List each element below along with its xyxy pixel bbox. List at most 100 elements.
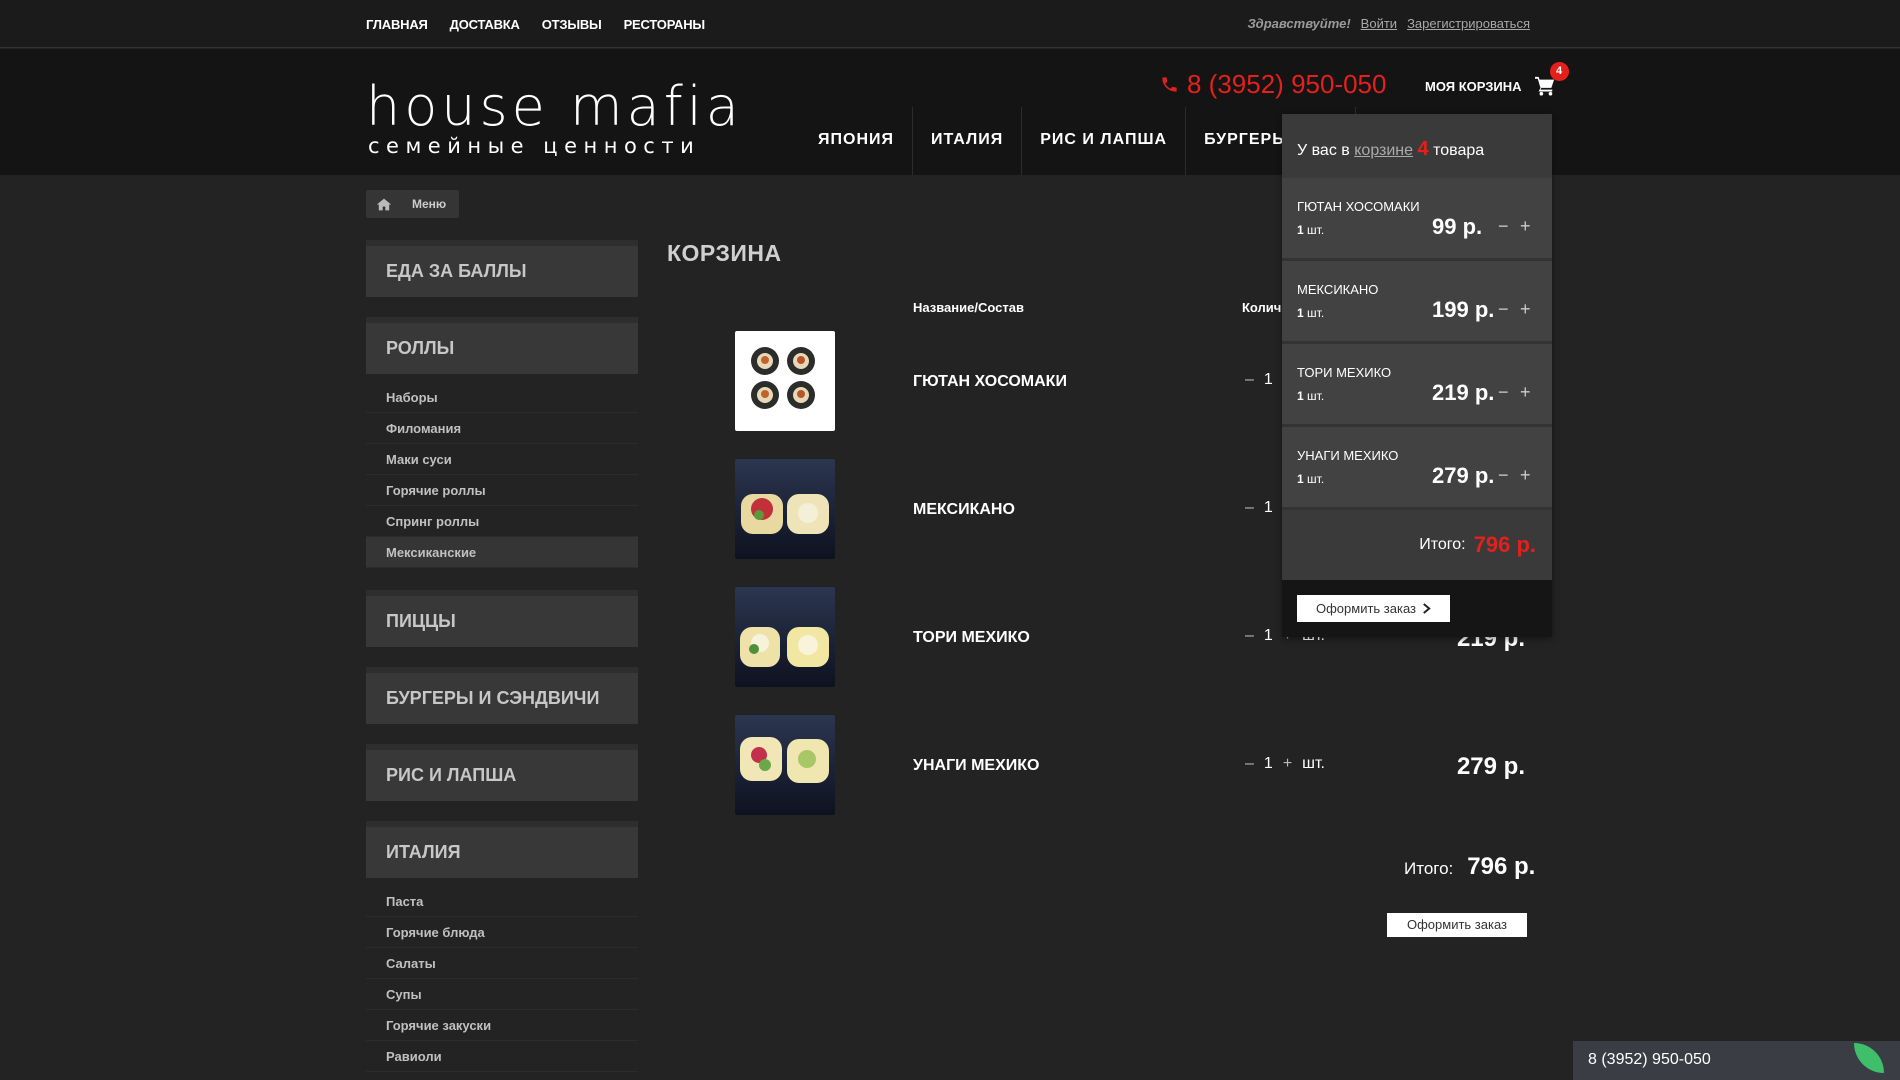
subcategory-item[interactable]: Горячие блюда bbox=[366, 917, 638, 948]
item-name: УНАГИ МЕХИКО bbox=[913, 757, 1040, 774]
decrease-button[interactable]: – bbox=[1245, 755, 1254, 773]
top-nav-restaurants[interactable]: РЕСТОРАНЫ bbox=[624, 17, 706, 32]
item-name: ТОРИ МЕХИКО bbox=[913, 629, 1030, 646]
total-label: Итого: bbox=[1404, 859, 1454, 878]
breadcrumb-menu[interactable]: Меню bbox=[402, 197, 459, 211]
total-value: 796 р. bbox=[1467, 853, 1536, 880]
rolls-subcategories: Наборы Филомания Маки суси Горячие роллы… bbox=[366, 382, 638, 568]
checkout-button[interactable]: Оформить заказ bbox=[1387, 913, 1527, 937]
dropdown-item: ТОРИ МЕХИКО 1 шт. 219 р. − + bbox=[1282, 344, 1552, 427]
call-widget[interactable]: 8 (3952) 950-050 bbox=[1573, 1041, 1900, 1080]
category-sidebar: ЕДА ЗА БАЛЛЫ РОЛЛЫ Наборы Филомания Маки… bbox=[366, 240, 638, 1080]
dropdown-increase-button[interactable]: + bbox=[1520, 382, 1531, 403]
category-points-food[interactable]: ЕДА ЗА БАЛЛЫ bbox=[366, 240, 638, 297]
page-title: КОРЗИНА bbox=[667, 240, 782, 266]
login-link[interactable]: Войти bbox=[1361, 16, 1397, 31]
cart-row: УНАГИ МЕХИКО – 1 + шт. 279 р. bbox=[735, 715, 1535, 815]
dropdown-item: ГЮТАН ХОСОМАКИ 1 шт. 99 р. − + bbox=[1282, 178, 1552, 261]
dropdown-item-name: ТОРИ МЕХИКО bbox=[1297, 365, 1392, 380]
top-nav-reviews[interactable]: ОТЗЫВЫ bbox=[542, 17, 602, 32]
quantity-unit: шт. bbox=[1302, 755, 1325, 772]
dropdown-item: УНАГИ МЕХИКО 1 шт. 279 р. − + bbox=[1282, 427, 1552, 510]
top-nav-delivery[interactable]: ДОСТАВКА bbox=[450, 17, 520, 32]
call-widget-phone: 8 (3952) 950-050 bbox=[1588, 1051, 1711, 1068]
subcategory-item[interactable]: Маки суси bbox=[366, 444, 638, 475]
subcategory-item[interactable]: Супы bbox=[366, 979, 638, 1010]
dropdown-increase-button[interactable]: + bbox=[1520, 299, 1531, 320]
phone-number: 8 (3952) 950-050 bbox=[1187, 69, 1387, 99]
breadcrumb: Меню bbox=[366, 190, 460, 218]
subcategory-item[interactable]: Наборы bbox=[366, 382, 638, 413]
column-header-name: Название/Состав bbox=[913, 300, 1024, 315]
logo-sub-text: семейные ценности bbox=[368, 134, 701, 158]
subcategory-item-active[interactable]: Мексиканские bbox=[366, 537, 638, 568]
cart-link[interactable]: корзине bbox=[1354, 142, 1413, 159]
dropdown-decrease-button[interactable]: − bbox=[1498, 299, 1509, 320]
site-header: house mafia семейные ценности 8 (3952) 9… bbox=[0, 49, 1900, 175]
dropdown-item-qty: 1 шт. bbox=[1297, 223, 1325, 237]
quantity-value: 1 bbox=[1263, 755, 1273, 772]
decrease-button[interactable]: – bbox=[1245, 627, 1254, 645]
dropdown-item: МЕКСИКАНО 1 шт. 199 р. − + bbox=[1282, 261, 1552, 344]
logo[interactable]: house mafia семейные ценности bbox=[366, 75, 743, 158]
dropdown-checkout-label: Оформить заказ bbox=[1315, 601, 1416, 616]
product-image[interactable] bbox=[735, 715, 835, 815]
category-italy[interactable]: ИТАЛИЯ bbox=[366, 821, 638, 878]
dropdown-total-label: Итого: bbox=[1419, 536, 1466, 553]
item-name: МЕКСИКАНО bbox=[913, 501, 1015, 518]
register-link[interactable]: Зарегистрироваться bbox=[1407, 16, 1530, 31]
dropdown-item-qty: 1 шт. bbox=[1297, 389, 1325, 403]
category-burgers[interactable]: БУРГЕРЫ И СЭНДВИЧИ bbox=[366, 667, 638, 724]
main-nav-japan[interactable]: ЯПОНИЯ bbox=[800, 107, 913, 175]
top-nav-home[interactable]: ГЛАВНАЯ bbox=[366, 17, 428, 32]
main-nav-italy[interactable]: ИТАЛИЯ bbox=[913, 107, 1023, 175]
item-name: ГЮТАН ХОСОМАКИ bbox=[913, 373, 1067, 390]
leaf-icon bbox=[1854, 1043, 1884, 1073]
category-rice-noodles[interactable]: РИС И ЛАПША bbox=[366, 744, 638, 801]
product-image[interactable] bbox=[735, 459, 835, 559]
cart-count-badge: 4 bbox=[1549, 62, 1569, 81]
subcategory-item[interactable]: Спринг роллы bbox=[366, 506, 638, 537]
dropdown-head-suffix: товара bbox=[1433, 142, 1485, 159]
dropdown-item-qty: 1 шт. bbox=[1297, 306, 1325, 320]
home-icon[interactable] bbox=[366, 190, 402, 218]
subcategory-item[interactable]: Равиоли bbox=[366, 1041, 638, 1072]
dropdown-item-name: МЕКСИКАНО bbox=[1297, 282, 1379, 297]
product-image[interactable] bbox=[735, 587, 835, 687]
dropdown-item-qty: 1 шт. bbox=[1297, 472, 1325, 486]
chevron-right-icon bbox=[1423, 603, 1431, 614]
dropdown-decrease-button[interactable]: − bbox=[1498, 465, 1509, 486]
subcategory-item[interactable]: Филомания bbox=[366, 413, 638, 444]
cart-total: Итого: 796 р. bbox=[1404, 853, 1535, 881]
decrease-button[interactable]: – bbox=[1245, 371, 1254, 389]
main-nav-rice-noodles[interactable]: РИС И ЛАПША bbox=[1022, 107, 1187, 175]
increase-button[interactable]: + bbox=[1283, 755, 1292, 773]
dropdown-decrease-button[interactable]: − bbox=[1498, 382, 1509, 403]
decrease-button[interactable]: – bbox=[1245, 499, 1254, 517]
category-pizza[interactable]: ПИЦЦЫ bbox=[366, 590, 638, 647]
category-rolls[interactable]: РОЛЛЫ bbox=[366, 317, 638, 374]
dropdown-item-name: ГЮТАН ХОСОМАКИ bbox=[1297, 199, 1420, 214]
dropdown-increase-button[interactable]: + bbox=[1520, 216, 1531, 237]
subcategory-item[interactable]: Паста bbox=[366, 886, 638, 917]
dropdown-item-price: 199 р. bbox=[1432, 297, 1495, 322]
my-cart-label: МОЯ КОРЗИНА bbox=[1425, 78, 1522, 94]
main-nav: ЯПОНИЯ ИТАЛИЯ РИС И ЛАПША БУРГЕРЫ И СЭ bbox=[800, 107, 1356, 175]
dropdown-item-price: 99 р. bbox=[1432, 214, 1483, 239]
subcategory-item[interactable]: Горячие роллы bbox=[366, 475, 638, 506]
logo-main-text: house mafia bbox=[366, 75, 743, 138]
cart-icon: 4 bbox=[1534, 62, 1569, 96]
dropdown-increase-button[interactable]: + bbox=[1520, 465, 1531, 486]
product-image[interactable] bbox=[735, 331, 835, 431]
dropdown-checkout-button[interactable]: Оформить заказ bbox=[1297, 595, 1450, 622]
item-price: 279 р. bbox=[1456, 753, 1525, 780]
auth-links: Здравствуйте! Войти Зарегистрироваться bbox=[1247, 16, 1530, 31]
my-cart-link[interactable]: МОЯ КОРЗИНА 4 bbox=[1425, 62, 1569, 96]
quantity-value: 1 bbox=[1263, 371, 1273, 388]
dropdown-decrease-button[interactable]: − bbox=[1498, 216, 1509, 237]
subcategory-item[interactable]: Горячие закуски bbox=[366, 1010, 638, 1041]
header-phone[interactable]: 8 (3952) 950-050 bbox=[1160, 69, 1386, 100]
quantity-stepper: – 1 bbox=[1245, 371, 1273, 389]
quantity-stepper: – 1 bbox=[1245, 499, 1273, 517]
subcategory-item[interactable]: Салаты bbox=[366, 948, 638, 979]
